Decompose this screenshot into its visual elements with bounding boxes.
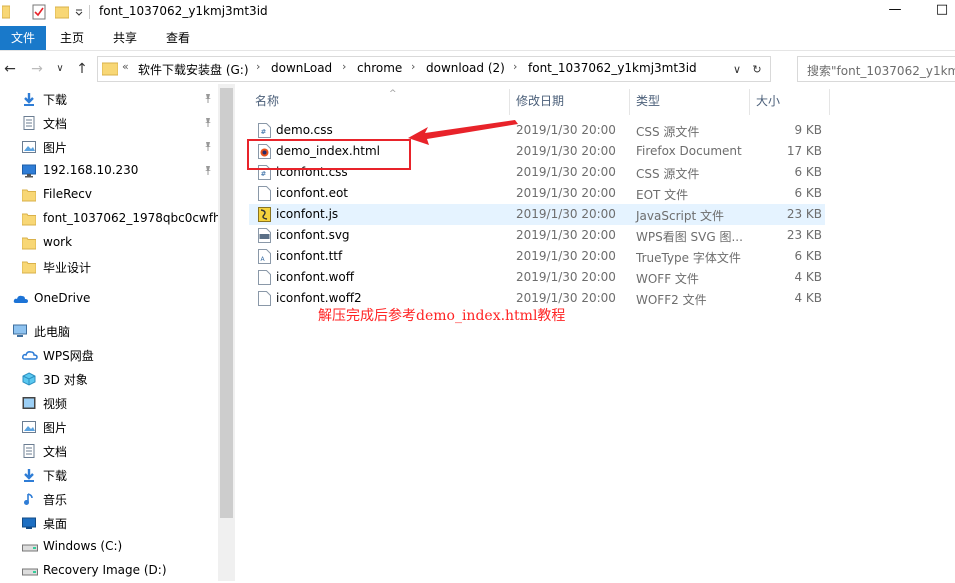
annotation-note: 解压完成后参考demo_index.html教程 (318, 308, 566, 324)
annotation-arrow-icon (408, 120, 518, 145)
